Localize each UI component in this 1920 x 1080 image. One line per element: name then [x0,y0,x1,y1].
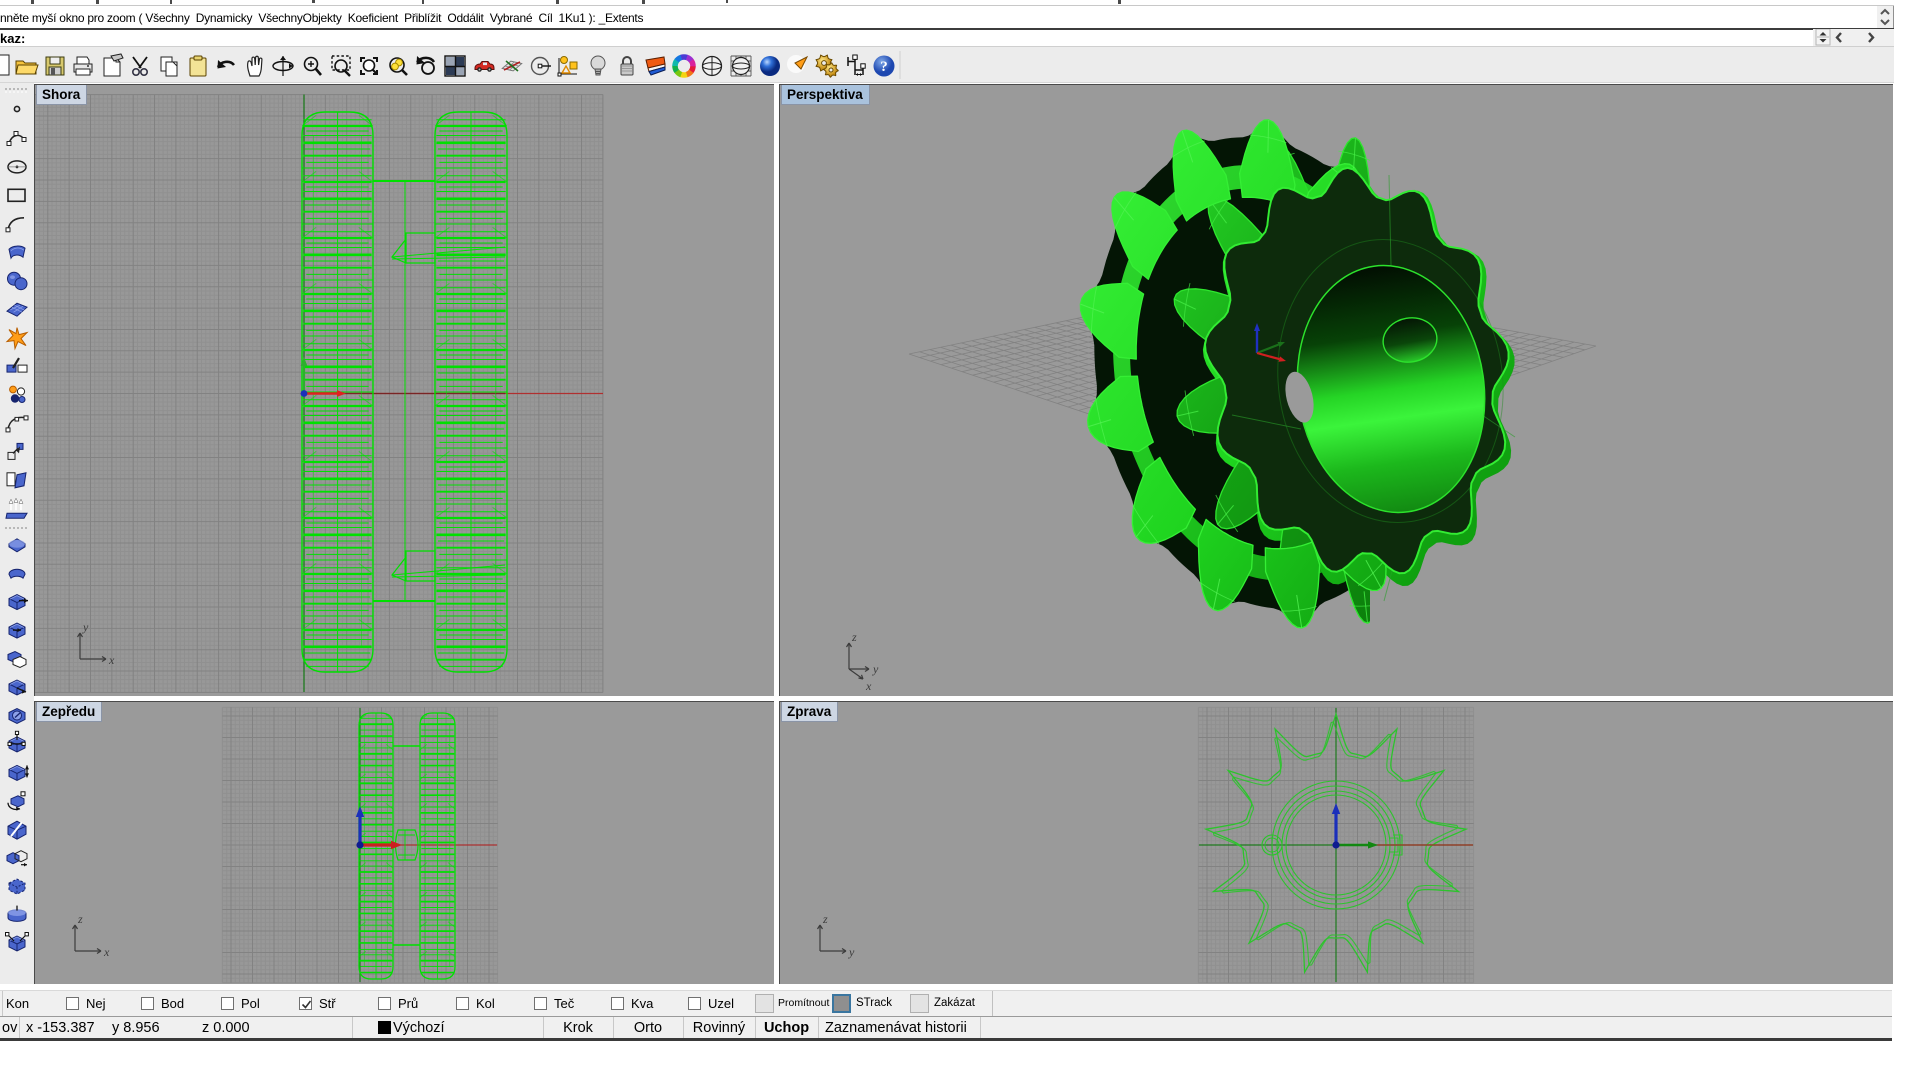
svg-text:x: x [865,679,872,693]
svg-text:y: y [82,620,89,634]
svg-text:z: z [822,912,828,926]
svg-text:y: y [872,662,879,676]
svg-text:z: z [77,912,83,926]
svg-text:x: x [103,945,110,959]
svg-text:y: y [848,945,855,959]
svg-text:z: z [851,630,857,644]
svg-text:x: x [108,653,115,667]
svg-text:?: ? [880,59,888,75]
